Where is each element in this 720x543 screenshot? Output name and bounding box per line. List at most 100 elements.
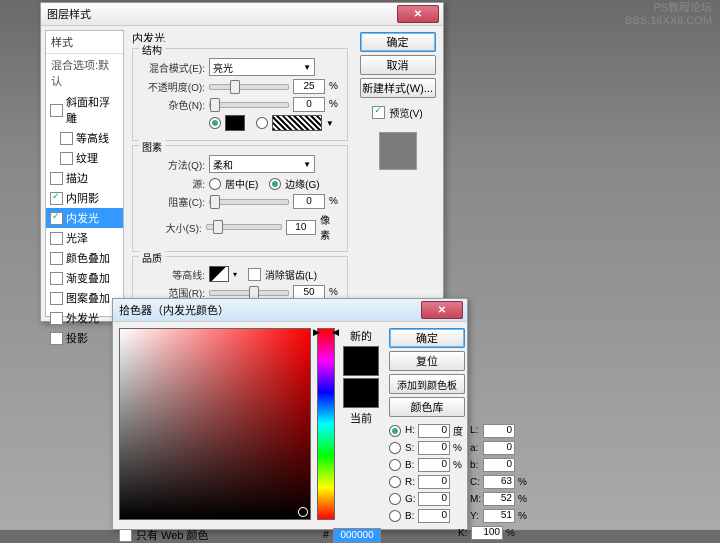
hue-slider[interactable]: ▶◀ (317, 328, 335, 520)
style-checkbox[interactable] (50, 232, 63, 245)
sidebar-item[interactable]: 颜色叠加 (46, 248, 123, 268)
label: 混合模式(E): (141, 60, 205, 75)
sidebar-item[interactable]: 内阴影 (46, 188, 123, 208)
param-row: 方法(Q):柔和▼ (141, 155, 339, 173)
center-radio[interactable] (209, 178, 221, 190)
style-label: 内发光 (66, 210, 99, 226)
contour-picker[interactable] (209, 266, 229, 282)
param-input[interactable]: 0 (483, 441, 515, 455)
cp-lib-button[interactable]: 颜色库 (389, 397, 465, 417)
antialias-checkbox[interactable] (248, 268, 261, 281)
color-field[interactable] (119, 328, 311, 520)
cp-title: 拾色器（内发光颜色） (119, 302, 229, 318)
param-radio[interactable] (389, 442, 401, 454)
sidebar-item[interactable]: 斜面和浮雕 (46, 92, 123, 128)
edge-radio[interactable] (269, 178, 281, 190)
value-input[interactable]: 10 (286, 220, 316, 235)
preview-checkbox[interactable] (372, 106, 385, 119)
sidebar-item[interactable]: 光泽 (46, 228, 123, 248)
sidebar-item[interactable]: 等高线 (46, 128, 123, 148)
new-style-button[interactable]: 新建样式(W)... (360, 78, 436, 98)
value-input[interactable]: 25 (293, 79, 325, 94)
param-radio[interactable] (389, 425, 401, 437)
sidebar-item[interactable]: 内发光 (46, 208, 123, 228)
param-input[interactable]: 0 (418, 424, 450, 438)
cp-ok-button[interactable]: 确定 (389, 328, 465, 348)
param-input[interactable]: 100 (471, 526, 503, 540)
color-param-row: K:100% (389, 526, 528, 540)
cp-titlebar[interactable]: 拾色器（内发光颜色） ✕ (113, 299, 467, 322)
sidebar-item[interactable]: 纹理 (46, 148, 123, 168)
new-label: 新的 (350, 328, 372, 344)
param-input[interactable]: 0 (418, 458, 450, 472)
value-input[interactable]: 0 (293, 194, 325, 209)
param-row: 阻塞(C):0% (141, 194, 339, 209)
style-checkbox[interactable] (50, 272, 63, 285)
style-checkbox[interactable] (50, 172, 63, 185)
param-input[interactable]: 0 (418, 492, 450, 506)
sidebar-sub[interactable]: 混合选项:默认 (46, 54, 123, 92)
slider[interactable] (209, 102, 289, 108)
param-radio[interactable] (389, 459, 401, 471)
gradient-radio[interactable] (256, 117, 268, 129)
param-input[interactable]: 0 (418, 475, 450, 489)
current-label: 当前 (350, 410, 372, 426)
styles-sidebar: 样式 混合选项:默认 斜面和浮雕等高线纹理描边内阴影内发光光泽颜色叠加渐变叠加图… (45, 30, 124, 317)
style-checkbox[interactable] (50, 104, 63, 117)
color-radio[interactable] (209, 117, 221, 129)
select[interactable]: 柔和▼ (209, 155, 315, 173)
style-checkbox[interactable] (50, 192, 63, 205)
style-checkbox[interactable] (60, 132, 73, 145)
color-cursor[interactable] (298, 507, 308, 517)
color-swatch[interactable] (225, 115, 245, 131)
param-row: 混合模式(E): 亮光▼ (141, 58, 339, 76)
style-checkbox[interactable] (50, 292, 63, 305)
param-row: 杂色(N):0% (141, 97, 339, 112)
slider[interactable] (209, 199, 289, 205)
value-input[interactable]: 0 (293, 97, 325, 112)
style-checkbox[interactable] (50, 332, 63, 345)
select[interactable]: 亮光▼ (209, 58, 315, 76)
param-radio[interactable] (389, 476, 401, 488)
style-label: 渐变叠加 (66, 270, 110, 286)
close-icon[interactable]: ✕ (397, 5, 439, 23)
gradient-swatch[interactable] (272, 115, 322, 131)
param-input[interactable]: 63 (483, 475, 515, 489)
titlebar[interactable]: 图层样式 ✕ (41, 3, 443, 26)
slider[interactable] (206, 224, 282, 230)
label: 大小(S): (141, 220, 202, 235)
slider[interactable] (209, 84, 289, 90)
close-icon[interactable]: ✕ (421, 301, 463, 319)
sidebar-item[interactable]: 渐变叠加 (46, 268, 123, 288)
style-checkbox[interactable] (60, 152, 73, 165)
label: 源: (141, 176, 205, 191)
cp-add-button[interactable]: 添加到颜色板 (389, 374, 465, 394)
label: 不透明度(O): (141, 79, 205, 94)
style-checkbox[interactable] (50, 312, 63, 325)
style-checkbox[interactable] (50, 212, 63, 225)
param-input[interactable]: 0 (483, 458, 515, 472)
cp-reset-button[interactable]: 复位 (389, 351, 465, 371)
web-only-checkbox[interactable] (119, 529, 132, 542)
sidebar-item[interactable]: 描边 (46, 168, 123, 188)
label: 阻塞(C): (141, 194, 205, 209)
style-checkbox[interactable] (50, 252, 63, 265)
param-input[interactable]: 0 (418, 509, 450, 523)
style-label: 投影 (66, 330, 88, 346)
cancel-button[interactable]: 取消 (360, 55, 436, 75)
sidebar-header[interactable]: 样式 (46, 31, 123, 54)
param-input[interactable]: 51 (483, 509, 515, 523)
param-radio[interactable] (389, 510, 401, 522)
slider[interactable] (209, 290, 289, 296)
param-input[interactable]: 0 (418, 441, 450, 455)
param-input[interactable]: 52 (483, 492, 515, 506)
param-row: ▼ (141, 115, 339, 131)
preview-label: 预览(V) (389, 105, 422, 120)
current-swatch[interactable] (343, 378, 379, 408)
color-param-row: R:0C:63% (389, 475, 528, 489)
ok-button[interactable]: 确定 (360, 32, 436, 52)
style-label: 光泽 (66, 230, 88, 246)
param-radio[interactable] (389, 493, 401, 505)
param-row: 等高线:▾ 消除锯齿(L) (141, 266, 339, 282)
param-input[interactable]: 0 (483, 424, 515, 438)
